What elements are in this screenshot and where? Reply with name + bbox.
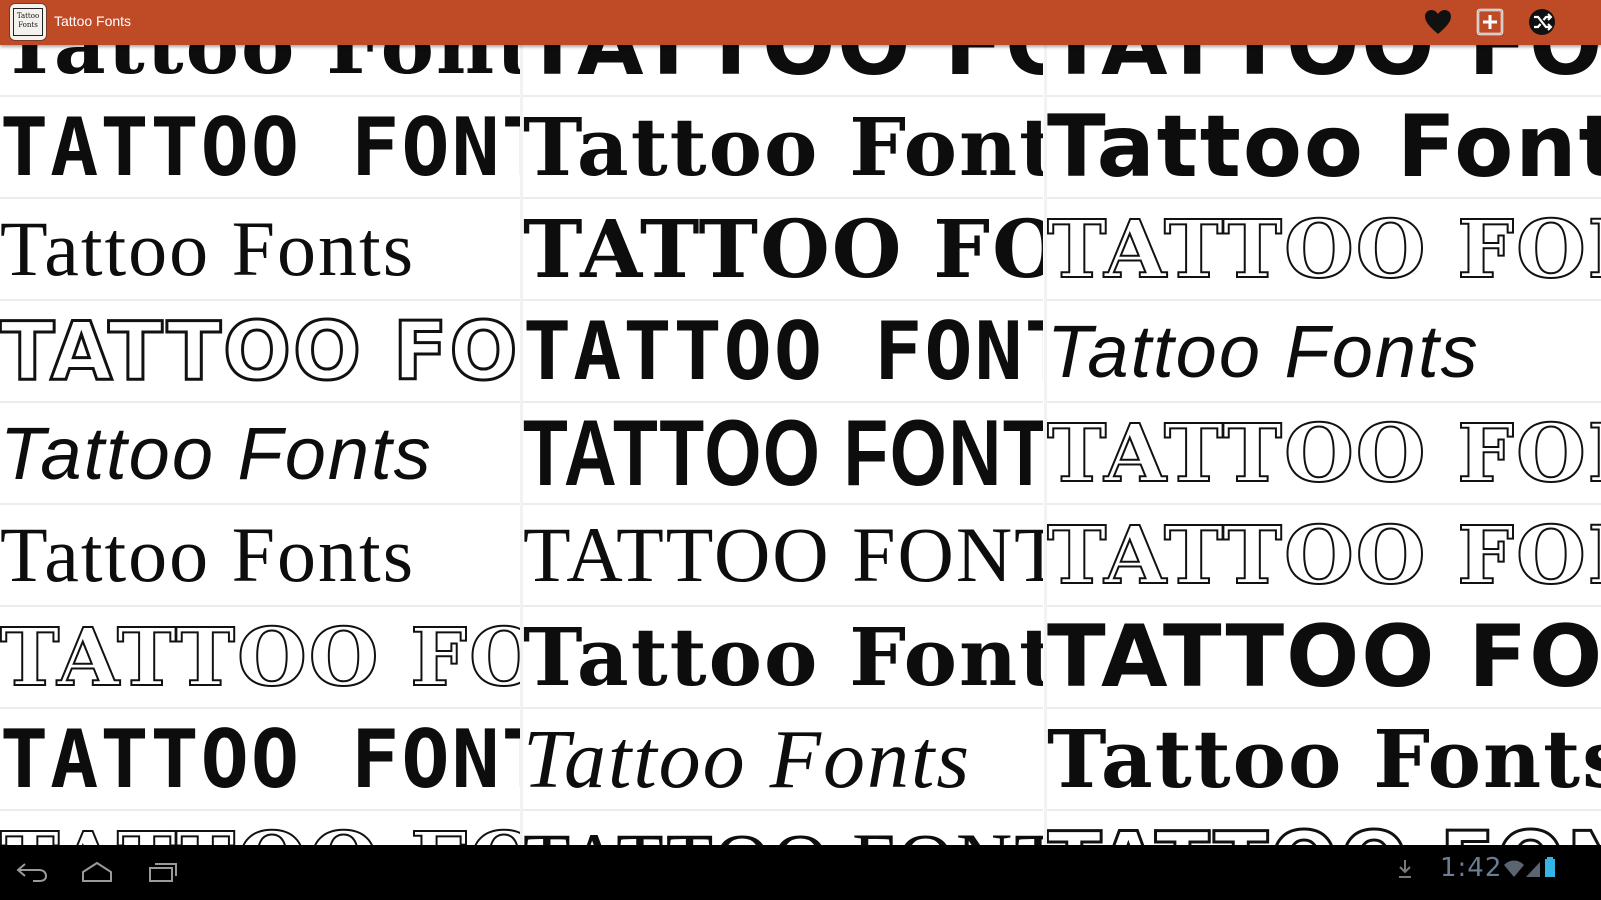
font-sample: Tattoo Fonts <box>523 712 972 806</box>
status-clock: 1:42 <box>1440 853 1503 883</box>
font-tile[interactable]: Tattoo Fonts <box>0 403 520 505</box>
gallery-column-1: Tattoo Fonts TATTOO FONTS Tattoo Fonts T… <box>0 45 520 862</box>
font-gallery[interactable]: Tattoo Fonts TATTOO FONTS Tattoo Fonts T… <box>0 45 1601 862</box>
font-sample: Tattoo Fonts <box>1047 97 1601 197</box>
gallery-column-3: TATTOO FONTS Tattoo Fonts TATTOO FONTS T… <box>1047 45 1601 862</box>
font-sample: TATTOO FONTS <box>1047 607 1601 707</box>
battery-icon <box>1545 857 1555 877</box>
font-tile[interactable]: TATTOO FONTS <box>1047 607 1601 709</box>
font-sample: TATTOO FONTS <box>1047 45 1601 95</box>
font-sample: TATTOO FONTS <box>1047 405 1601 501</box>
font-sample: TATTOO FONTS <box>0 609 520 705</box>
shuffle-button[interactable] <box>1525 5 1559 39</box>
add-button[interactable] <box>1473 5 1507 39</box>
wifi-icon <box>1504 860 1524 877</box>
font-sample: TATTOO FONTS <box>523 202 1043 296</box>
gallery-column-2: TATTOO FONTS Tattoo Fonts TATTOO FONTS T… <box>523 45 1043 862</box>
app-title: Tattoo Fonts <box>54 13 132 29</box>
font-tile[interactable]: TATTOO FONTS <box>0 607 520 709</box>
home-icon <box>82 861 112 882</box>
font-tile[interactable]: TATTOO FONTS <box>0 301 520 403</box>
font-sample: Tattoo Fonts <box>523 610 1043 704</box>
font-sample: Tattoo Fonts <box>523 100 1043 194</box>
font-tile[interactable]: TATTOO FONTS <box>1047 45 1601 97</box>
font-tile[interactable]: Tattoo Fonts <box>1047 301 1601 403</box>
font-tile[interactable]: Tattoo Fonts <box>1047 709 1601 811</box>
font-sample: TATTOO FONTS <box>1047 507 1601 603</box>
font-tile[interactable]: TATTOO FONTS <box>1047 505 1601 607</box>
font-sample: Tattoo Fonts <box>0 411 433 495</box>
back-button[interactable] <box>2 853 62 891</box>
font-tile[interactable]: Tattoo Fonts <box>0 505 520 607</box>
system-nav-bar: 1:42 <box>0 845 1601 900</box>
font-tile[interactable]: Tattoo Fonts <box>0 45 520 97</box>
back-icon <box>16 863 48 882</box>
download-icon <box>1399 860 1411 878</box>
action-bar: Tattoo Fonts Tattoo Fonts <box>0 0 1601 45</box>
font-sample: TATTOO FONTS <box>523 511 1043 598</box>
font-tile[interactable]: TATTOO FONTS <box>523 403 1043 505</box>
font-tile[interactable]: TATTOO FONTS <box>1047 403 1601 505</box>
app-icon[interactable]: Tattoo Fonts <box>9 3 47 41</box>
app-icon-text-line2: Fonts <box>18 21 38 29</box>
font-tile[interactable]: Tattoo Fonts <box>523 709 1043 811</box>
signal-icon <box>1526 862 1540 877</box>
font-tile[interactable]: Tattoo Fonts <box>523 97 1043 199</box>
recents-button[interactable] <box>133 853 193 891</box>
font-sample: Tattoo Fonts <box>1047 712 1601 806</box>
font-sample: TATTOO FONTS <box>0 100 520 194</box>
recent-apps-icon <box>149 863 177 882</box>
font-tile[interactable]: TATTOO FONTS <box>523 505 1043 607</box>
font-sample: TATTOO FONTS <box>0 712 520 806</box>
font-tile[interactable]: TATTOO FONTS <box>0 709 520 811</box>
home-button[interactable] <box>67 853 127 891</box>
font-tile[interactable]: TATTOO FONTS <box>523 45 1043 97</box>
favorite-button[interactable] <box>1421 5 1455 39</box>
app-icon-label: Tattoo Fonts <box>13 8 43 36</box>
font-tile[interactable]: Tattoo Fonts <box>1047 97 1601 199</box>
font-sample: TATTOO FONTS <box>1047 201 1601 297</box>
app-icon-text-line1: Tattoo <box>16 12 40 20</box>
font-sample: Tattoo Fonts <box>0 45 520 92</box>
shuffle-icon <box>1529 9 1555 35</box>
font-sample: TATTOO FONTS <box>523 45 1043 95</box>
font-tile[interactable]: TATTOO FONTS <box>523 199 1043 301</box>
heart-icon <box>1425 10 1451 34</box>
font-sample: Tattoo Fonts <box>1047 309 1480 393</box>
font-tile[interactable]: Tattoo Fonts <box>523 607 1043 709</box>
font-tile[interactable]: TATTOO FONTS <box>0 97 520 199</box>
font-tile[interactable]: TATTOO FONTS <box>523 301 1043 403</box>
font-sample: Tattoo Fonts <box>0 511 416 598</box>
font-tile[interactable]: TATTOO FONTS <box>1047 199 1601 301</box>
font-sample: TATTOO FONTS <box>0 303 520 399</box>
font-sample: TATTOO FONTS <box>523 304 1043 398</box>
font-tile[interactable]: Tattoo Fonts <box>0 199 520 301</box>
font-sample: TATTOO FONTS <box>523 403 1043 505</box>
add-box-icon <box>1476 8 1504 36</box>
font-sample: Tattoo Fonts <box>0 205 416 292</box>
